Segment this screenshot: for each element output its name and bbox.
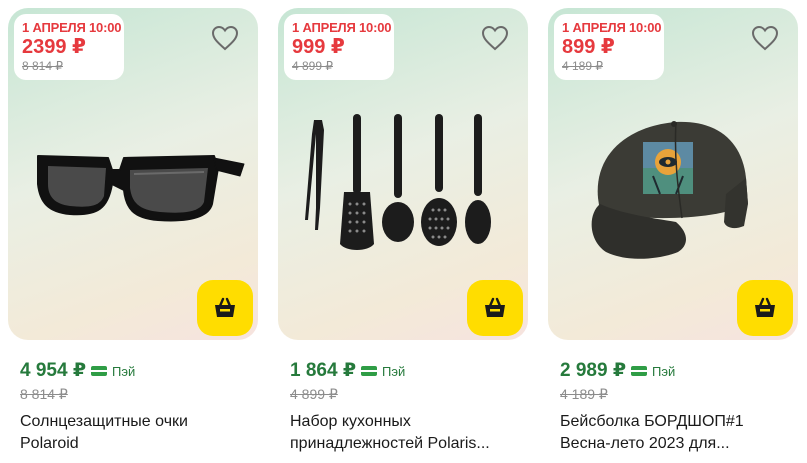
product-title[interactable]: Солнцезащитные очки Polaroid (20, 411, 252, 455)
product-title-line2: Polaroid (20, 435, 79, 452)
product-title[interactable]: Набор кухонных принадлежностей Polaris..… (290, 411, 522, 455)
product-title-line1: Набор кухонных (290, 413, 411, 430)
price-row: 4 954 ₽ Пэй (20, 360, 135, 382)
add-to-cart-button[interactable] (467, 280, 523, 336)
pay-label: Пэй (382, 363, 406, 379)
product-image-area[interactable]: 1 АПРЕЛЯ 10:00 999 ₽ 4 899 ₽ (278, 8, 528, 340)
promo-price: 899 ₽ (562, 36, 615, 58)
product-card[interactable]: 1 АПРЕЛЯ 10:00 899 ₽ 4 189 ₽ 2 989 ₽ Пэй… (548, 8, 798, 463)
card-icon (91, 366, 108, 376)
basket-icon (755, 297, 775, 317)
product-title-line2: Весна-лето 2023 для... (560, 435, 730, 452)
product-title[interactable]: Бейсболка БОРДШОП#1 Весна-лето 2023 для.… (560, 411, 792, 455)
add-to-cart-button[interactable] (737, 280, 793, 336)
promo-date: 1 АПРЕЛЯ 10:00 (22, 20, 122, 35)
product-image-area[interactable]: 1 АПРЕЛЯ 10:00 899 ₽ 4 189 ₽ (548, 8, 798, 340)
promo-badge: 1 АПРЕЛЯ 10:00 2399 ₽ 8 814 ₽ (14, 14, 124, 80)
current-price: 1 864 ₽ (290, 360, 357, 381)
old-price: 4 189 ₽ (560, 386, 608, 402)
old-price: 8 814 ₽ (20, 386, 68, 402)
price-row: 2 989 ₽ Пэй (560, 360, 675, 382)
promo-badge: 1 АПРЕЛЯ 10:00 999 ₽ 4 899 ₽ (284, 14, 394, 80)
promo-date: 1 АПРЕЛЯ 10:00 (562, 20, 662, 35)
promo-date: 1 АПРЕЛЯ 10:00 (292, 20, 392, 35)
basket-icon (485, 297, 505, 317)
card-icon (631, 366, 648, 376)
pay-label: Пэй (652, 363, 676, 379)
promo-badge: 1 АПРЕЛЯ 10:00 899 ₽ 4 189 ₽ (554, 14, 664, 80)
product-card[interactable]: 1 АПРЕЛЯ 10:00 2399 ₽ 8 814 ₽ 4 954 ₽ Пэ… (8, 8, 258, 463)
product-image-area[interactable]: 1 АПРЕЛЯ 10:00 2399 ₽ 8 814 ₽ (8, 8, 258, 340)
product-card[interactable]: 1 АПРЕЛЯ 10:00 999 ₽ 4 899 ₽ 1 864 ₽ Пэй… (278, 8, 528, 463)
promo-price: 999 ₽ (292, 36, 345, 58)
heart-outline-icon[interactable] (481, 25, 509, 51)
promo-old-price: 4 899 ₽ (292, 59, 333, 73)
add-to-cart-button[interactable] (197, 280, 253, 336)
promo-old-price: 8 814 ₽ (22, 59, 63, 73)
card-icon (361, 366, 378, 376)
price-row: 1 864 ₽ Пэй (290, 360, 405, 382)
old-price: 4 899 ₽ (290, 386, 338, 402)
heart-outline-icon[interactable] (211, 25, 239, 51)
pay-label: Пэй (112, 363, 136, 379)
current-price: 4 954 ₽ (20, 360, 87, 381)
product-title-line2: принадлежностей Polaris... (290, 435, 490, 452)
basket-icon (215, 297, 235, 317)
promo-old-price: 4 189 ₽ (562, 59, 603, 73)
product-title-line1: Бейсболка БОРДШОП#1 (560, 413, 744, 430)
product-title-line1: Солнцезащитные очки (20, 413, 188, 430)
promo-price: 2399 ₽ (22, 36, 86, 58)
current-price: 2 989 ₽ (560, 360, 627, 381)
heart-outline-icon[interactable] (751, 25, 779, 51)
